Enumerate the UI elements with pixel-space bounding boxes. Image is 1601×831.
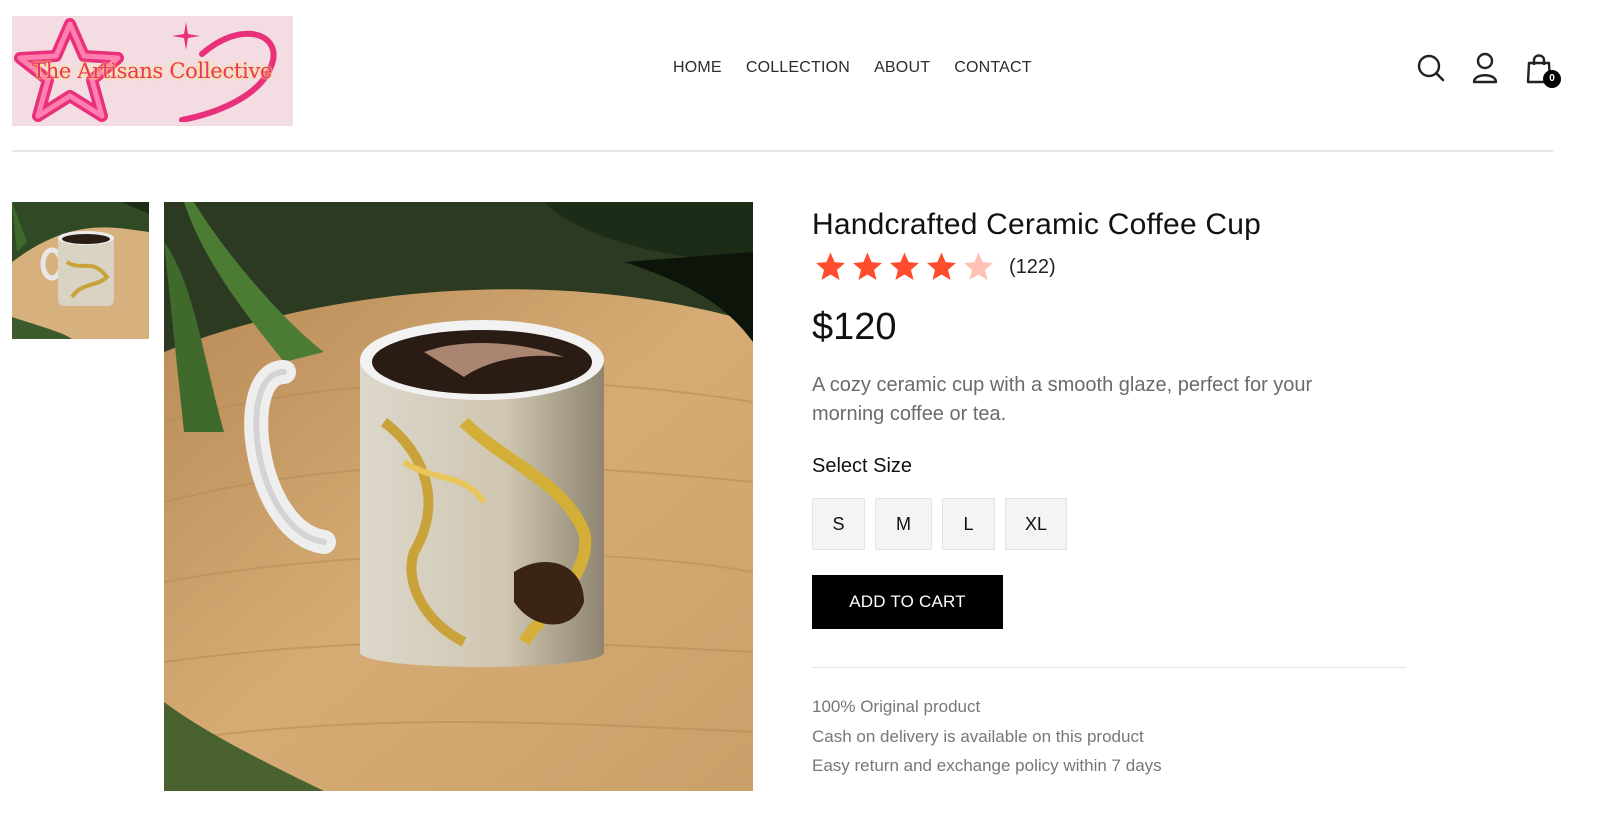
product-description: A cozy ceramic cup with a smooth glaze, … [812, 374, 1313, 425]
policy-list: 100% Original product Cash on delivery i… [812, 692, 1412, 781]
size-option-m[interactable]: M [875, 498, 932, 550]
sparkle-icon [172, 22, 200, 50]
size-option-s[interactable]: S [812, 498, 865, 550]
size-option-l[interactable]: L [942, 498, 995, 550]
site-logo[interactable]: The Artisans Collective [12, 16, 293, 126]
header-actions: 0 [1417, 52, 1561, 88]
star-icon [816, 252, 845, 281]
nav-about[interactable]: ABOUT [874, 59, 930, 77]
shopping-bag-icon[interactable]: 0 [1525, 52, 1561, 88]
add-to-cart-button[interactable]: ADD TO CART [812, 575, 1003, 629]
divider [812, 667, 1406, 668]
product-thumbnail[interactable] [12, 202, 149, 339]
star-icon [927, 252, 956, 281]
product-title: Handcrafted Ceramic Coffee Cup [812, 208, 1261, 241]
review-count: (122) [1009, 255, 1056, 278]
policy-item: 100% Original product [812, 697, 981, 716]
product-price: $120 [812, 306, 897, 348]
policy-item: Cash on delivery is available on this pr… [812, 726, 1144, 746]
size-options: S M L XL [812, 498, 1412, 550]
site-header: The Artisans Collective HOME COLLECTION … [12, 0, 1561, 152]
product-rating: (122) [812, 250, 1412, 284]
star-icon [890, 252, 919, 281]
main-nav: HOME COLLECTION ABOUT CONTACT [673, 59, 1032, 77]
nav-collection[interactable]: COLLECTION [746, 59, 850, 77]
search-icon[interactable] [1417, 52, 1445, 84]
policy-item: Easy return and exchange policy within 7… [812, 756, 1162, 775]
product-page: The Artisans Collective HOME COLLECTION … [0, 0, 1601, 831]
rating-stars [812, 250, 997, 284]
nav-contact[interactable]: CONTACT [954, 59, 1032, 77]
nav-home[interactable]: HOME [673, 59, 722, 77]
logo-text: The Artisans Collective [32, 59, 273, 83]
star-icon [853, 252, 882, 281]
product-info: Handcrafted Ceramic Coffee Cup (122) $12… [812, 208, 1412, 781]
star-empty-icon [964, 252, 993, 281]
cart-count-badge: 0 [1543, 70, 1561, 88]
user-icon[interactable] [1471, 52, 1499, 84]
size-option-xl[interactable]: XL [1005, 498, 1067, 550]
size-label: Select Size [812, 455, 913, 477]
product-main-image [164, 202, 753, 791]
